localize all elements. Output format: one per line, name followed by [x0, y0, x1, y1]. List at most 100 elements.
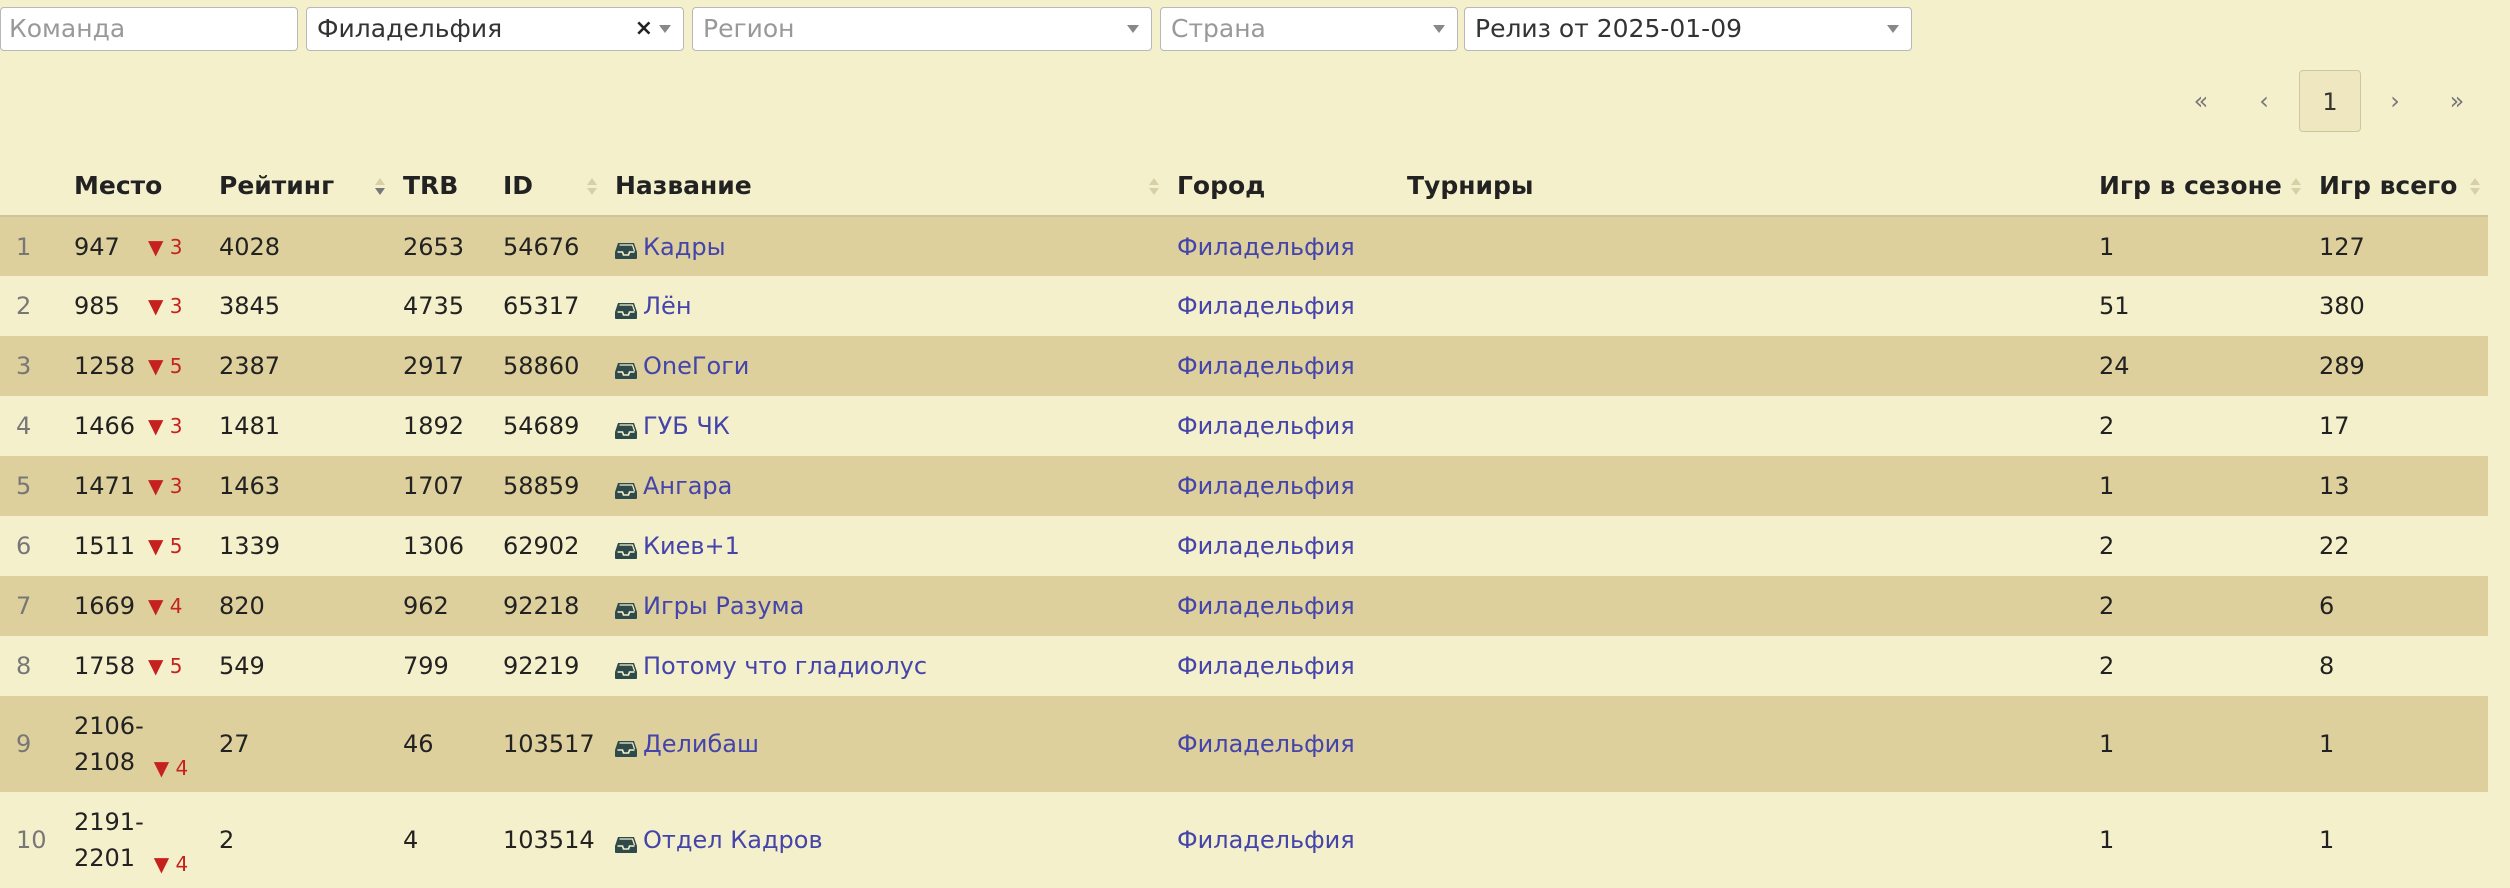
region-select-placeholder: Регион [703, 14, 795, 43]
place-value: 947 [74, 232, 120, 261]
header-total-games[interactable]: Игр всего [2309, 156, 2488, 217]
team-name-link[interactable]: Игры Разума [643, 592, 804, 620]
place-cell: 1471 ▼ 3 [64, 456, 209, 516]
pagination-first[interactable]: « [2170, 70, 2232, 132]
header-rating[interactable]: Рейтинг [209, 156, 393, 217]
city-link[interactable]: Филадельфия [1177, 730, 1355, 758]
name-cell: Кадры [605, 216, 1167, 276]
name-cell: Игры Разума [605, 576, 1167, 636]
place-cell: 2191- 2201 ▼ 4 [64, 792, 209, 888]
table-row: 9 2106- 2108 ▼ 4 27 46 103517 Делибаш Фила… [0, 696, 2488, 792]
sort-icon [1149, 178, 1159, 196]
row-number: 3 [16, 352, 32, 380]
table-row: 3 1258 ▼ 5 2387 2917 58860 OneГоги Филаде… [0, 336, 2488, 396]
table-row: 7 1669 ▼ 4 820 962 92218 Игры Разума Фила… [0, 576, 2488, 636]
team-search-input[interactable]: Команда [0, 7, 298, 51]
season-games-cell: 2 [2099, 592, 2115, 620]
pagination-next[interactable]: › [2364, 70, 2426, 132]
season-games-cell: 1 [2099, 826, 2115, 854]
clear-icon[interactable]: × [635, 8, 653, 50]
city-cell: Филадельфия [1167, 792, 1397, 888]
team-name-link[interactable]: ГУБ ЧК [643, 412, 730, 440]
place-change: ▼ 3 [148, 294, 183, 318]
header-season-games[interactable]: Игр в сезоне [2089, 156, 2309, 217]
header-name-label: Название [615, 171, 752, 200]
country-select[interactable]: Страна [1160, 7, 1458, 51]
place-change: ▼ 3 [148, 414, 183, 438]
header-id[interactable]: ID [493, 156, 605, 217]
city-link[interactable]: Филадельфия [1177, 472, 1355, 500]
name-cell: Лён [605, 276, 1167, 336]
total-games-cell: 6 [2319, 592, 2335, 620]
place-value-end: 2108 [74, 748, 136, 776]
country-select-placeholder: Страна [1171, 14, 1266, 43]
region-select[interactable]: Регион [692, 7, 1152, 51]
season-games-cell: 2 [2099, 412, 2115, 440]
city-link[interactable]: Филадельфия [1177, 652, 1355, 680]
filter-bar: Команда Филадельфия × Регион Страна Рели… [0, 7, 2510, 51]
header-city[interactable]: Город [1167, 156, 1397, 217]
team-name-link[interactable]: Делибаш [643, 730, 759, 758]
header-trb[interactable]: TRB [393, 156, 493, 217]
city-cell: Филадельфия [1167, 516, 1397, 576]
pagination-last[interactable]: » [2426, 70, 2488, 132]
team-name-link[interactable]: OneГоги [643, 352, 749, 380]
header-place[interactable]: Место [64, 156, 209, 217]
id-cell: 103517 [503, 730, 595, 758]
id-cell: 54689 [503, 412, 580, 440]
table-row: 2 985 ▼ 3 3845 4735 65317 Лён Филадельфия… [0, 276, 2488, 336]
id-cell: 58860 [503, 352, 580, 380]
city-link[interactable]: Филадельфия [1177, 412, 1355, 440]
table-row: 1 947 ▼ 3 4028 2653 54676 Кадры Филадельф… [0, 216, 2488, 276]
rating-cell: 1463 [219, 472, 281, 500]
city-link[interactable]: Филадельфия [1177, 532, 1355, 560]
header-name[interactable]: Название [605, 156, 1167, 217]
inbox-icon [615, 418, 637, 439]
place-cell: 1669 ▼ 4 [64, 576, 209, 636]
team-name-link[interactable]: Ангара [643, 472, 732, 500]
place-cell: 1511 ▼ 5 [64, 516, 209, 576]
name-cell: Киев+1 [605, 516, 1167, 576]
place-value: 1471 [74, 472, 136, 500]
trb-cell: 4 [403, 826, 419, 854]
city-link[interactable]: Филадельфия [1177, 592, 1355, 620]
place-cell: 985 ▼ 3 [64, 276, 209, 336]
rating-cell: 2387 [219, 352, 281, 380]
tournaments-cell [1397, 516, 2089, 576]
team-name-link[interactable]: Потому что гладиолус [643, 652, 927, 680]
city-link[interactable]: Филадельфия [1177, 826, 1355, 854]
inbox-icon [615, 478, 637, 499]
rating-cell: 4028 [219, 232, 281, 261]
team-name-link[interactable]: Кадры [643, 233, 726, 261]
team-name-link[interactable]: Отдел Кадров [643, 826, 823, 854]
city-link[interactable]: Филадельфия [1177, 352, 1355, 380]
city-cell: Филадельфия [1167, 276, 1397, 336]
place-cell: 1758 ▼ 5 [64, 636, 209, 696]
header-total-games-label: Игр всего [2319, 171, 2458, 200]
name-cell: Отдел Кадров [605, 792, 1167, 888]
rating-cell: 3845 [219, 292, 281, 320]
total-games-cell: 17 [2319, 412, 2350, 440]
place-change: ▼ 3 [148, 474, 183, 498]
team-name-link[interactable]: Киев+1 [643, 532, 740, 560]
trb-cell: 1306 [403, 532, 465, 560]
city-select-value: Филадельфия [317, 14, 503, 43]
team-name-link[interactable]: Лён [643, 292, 692, 320]
trb-cell: 2917 [403, 352, 465, 380]
release-select[interactable]: Релиз от 2025-01-09 [1464, 7, 1912, 51]
row-number: 9 [16, 730, 32, 758]
city-select[interactable]: Филадельфия × [306, 7, 684, 51]
pagination-current-page[interactable]: 1 [2299, 70, 2361, 132]
id-cell: 103514 [503, 826, 595, 854]
city-link[interactable]: Филадельфия [1177, 233, 1355, 261]
inbox-icon [615, 658, 637, 679]
city-link[interactable]: Филадельфия [1177, 292, 1355, 320]
trb-cell: 4735 [403, 292, 465, 320]
season-games-cell: 51 [2099, 292, 2130, 320]
name-cell: Ангара [605, 456, 1167, 516]
rating-cell: 27 [219, 730, 250, 758]
pagination-prev[interactable]: ‹ [2233, 70, 2295, 132]
season-games-cell: 2 [2099, 652, 2115, 680]
id-cell: 92218 [503, 592, 580, 620]
place-change: ▼ 4 [148, 594, 183, 618]
